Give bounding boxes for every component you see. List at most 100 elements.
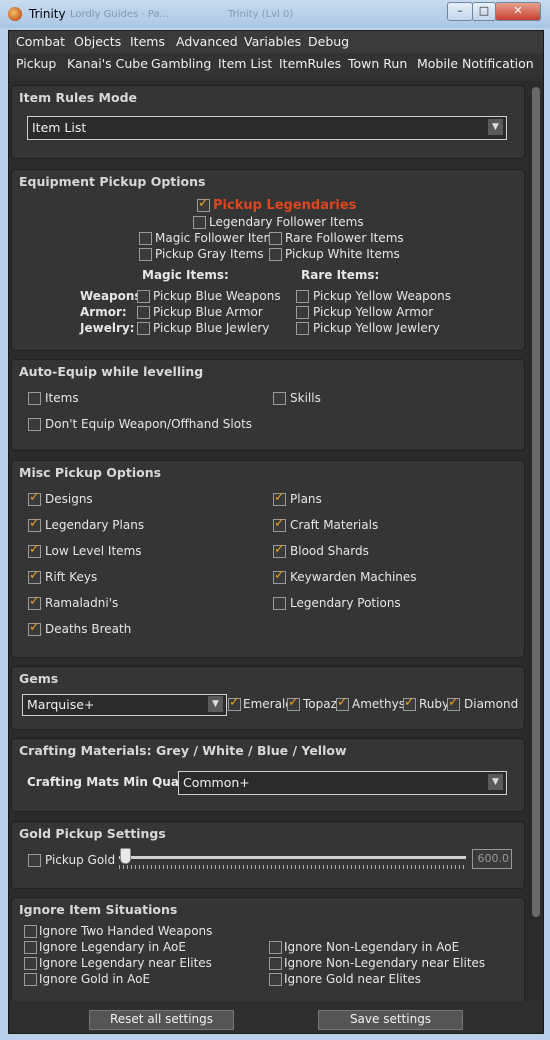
ignore-gold-elites-checkbox[interactable] [269,973,282,986]
ignore-gold-aoe-label: Ignore Gold in AoE [39,972,151,986]
blue-armor-label: Pickup Blue Armor [153,305,263,319]
tab-variables[interactable]: Variables [244,34,301,49]
keywarden-machines-checkbox[interactable] [273,568,286,584]
blue-jewlery-checkbox[interactable] [137,322,150,335]
designs-checkbox[interactable] [28,490,41,506]
rare-follower-label: Rare Follower Items [285,231,404,245]
scrollbar-thumb[interactable] [532,87,540,917]
topaz-label: Topaz [303,697,337,711]
auto-equip-items-checkbox[interactable] [28,392,41,405]
yellow-armor-label: Pickup Yellow Armor [313,305,434,319]
tab-gambling[interactable]: Gambling [151,56,211,71]
tab-items[interactable]: Items [130,34,165,49]
auto-equip-skills-checkbox[interactable] [273,392,286,405]
ignore-nonlegendary-elites-checkbox[interactable] [269,957,282,970]
blue-weapons-label: Pickup Blue Weapons [153,289,281,303]
save-settings-button[interactable]: Save settings [318,1010,463,1030]
tab-advanced[interactable]: Advanced [176,34,238,49]
tab-mobile-notification[interactable]: Mobile Notification [417,56,534,71]
chevron-down-icon: ▼ [488,119,503,135]
tab-kanais-cube[interactable]: Kanai's Cube [67,56,148,71]
yellow-jewlery-label: Pickup Yellow Jewlery [313,321,440,335]
blue-weapons-checkbox[interactable] [137,290,150,303]
ramaladnis-checkbox[interactable] [28,594,41,610]
gray-items-checkbox[interactable] [139,248,152,261]
gold-slider-track[interactable] [119,856,466,859]
deaths-breath-checkbox[interactable] [28,620,41,636]
misc-pickup-group: Misc Pickup Options Designs Plans Legend… [11,460,525,658]
background-window-title: Lordly Guides · Pa... [70,9,170,20]
ignore-legendary-aoe-checkbox[interactable] [24,941,37,954]
ruby-checkbox[interactable] [403,695,416,711]
ignore-gold-aoe-checkbox[interactable] [24,973,37,986]
legendary-plans-checkbox[interactable] [28,516,41,532]
vertical-scrollbar[interactable] [530,81,542,1001]
low-level-items-checkbox[interactable] [28,542,41,558]
ignore-legendary-elites-checkbox[interactable] [24,957,37,970]
tab-town-run[interactable]: Town Run [348,56,407,71]
gem-quality-select[interactable]: Marquise+ ▼ [22,694,227,716]
tab-debug[interactable]: Debug [308,34,349,49]
legendary-potions-label: Legendary Potions [290,596,401,610]
close-button[interactable]: ✕ [495,2,541,21]
ignore-nonlegendary-aoe-checkbox[interactable] [269,941,282,954]
amethyst-checkbox[interactable] [336,695,349,711]
white-items-checkbox[interactable] [269,248,282,261]
reset-settings-button[interactable]: Reset all settings [89,1010,234,1030]
yellow-armor-checkbox[interactable] [296,306,309,319]
craft-materials-checkbox[interactable] [273,516,286,532]
white-items-label: Pickup White Items [285,247,400,261]
magic-items-header: Magic Items: [142,268,229,282]
group-title: Misc Pickup Options [19,465,162,480]
auto-equip-group: Auto-Equip while levelling Items Skills … [11,359,525,451]
settings-scroll-area[interactable]: Item Rules Mode Item List ▼ Equipment Pi… [9,81,543,1001]
craft-materials-label: Craft Materials [290,518,379,532]
topaz-checkbox[interactable] [287,695,300,711]
diamond-label: Diamond [464,697,519,711]
ignore-legendary-elites-label: Ignore Legendary near Elites [39,956,212,970]
ruby-label: Ruby [419,697,450,711]
yellow-weapons-checkbox[interactable] [296,290,309,303]
maximize-button[interactable]: □ [472,2,496,21]
top-tab-row: Combat Objects Items Advanced Variables … [9,31,543,53]
chevron-down-icon: ▼ [208,696,223,712]
pickup-gold-checkbox[interactable] [28,854,41,867]
pickup-gold-label: Pickup Gold [45,853,116,867]
select-value: Item List [32,120,87,135]
blue-armor-checkbox[interactable] [137,306,150,319]
rift-keys-checkbox[interactable] [28,568,41,584]
plans-checkbox[interactable] [273,490,286,506]
window-titlebar[interactable]: Trinity Lordly Guides · Pa... Trinity (L… [0,0,550,28]
dont-equip-weapon-checkbox[interactable] [28,418,41,431]
minimize-button[interactable]: – [447,2,473,21]
jewelry-row-label: Jewelry: [80,321,135,335]
legendary-potions-checkbox[interactable] [273,597,286,610]
tab-pickup[interactable]: Pickup [16,56,56,71]
tab-combat[interactable]: Combat [16,34,65,49]
gold-value-box[interactable]: 600.0 [472,849,512,869]
rare-follower-checkbox[interactable] [269,232,282,245]
blood-shards-checkbox[interactable] [273,542,286,558]
auto-equip-skills-label: Skills [290,391,321,405]
ignore-two-handed-checkbox[interactable] [24,925,37,938]
group-title: Item Rules Mode [19,90,138,105]
item-rules-mode-select[interactable]: Item List ▼ [27,116,507,140]
yellow-jewlery-checkbox[interactable] [296,322,309,335]
magic-follower-checkbox[interactable] [139,232,152,245]
diamond-checkbox[interactable] [447,695,460,711]
window-title: Trinity [29,7,66,21]
tab-item-list[interactable]: Item List [218,56,272,71]
select-value: Marquise+ [27,697,95,712]
deaths-breath-label: Deaths Breath [45,622,132,636]
pickup-legendaries-checkbox[interactable] [197,196,210,212]
gold-slider-thumb[interactable] [120,848,131,864]
crafting-quality-select[interactable]: Common+ ▼ [178,771,507,795]
tab-objects[interactable]: Objects [74,34,121,49]
emerald-checkbox[interactable] [228,695,241,711]
chevron-down-icon: ▼ [488,774,503,790]
app-client-area: Combat Objects Items Advanced Variables … [8,30,544,1034]
ignore-situations-group: Ignore Item Situations Ignore Two Handed… [11,897,525,1001]
auto-equip-items-label: Items [45,391,79,405]
tab-itemrules[interactable]: ItemRules [279,56,341,71]
legendary-follower-checkbox[interactable] [193,216,206,229]
